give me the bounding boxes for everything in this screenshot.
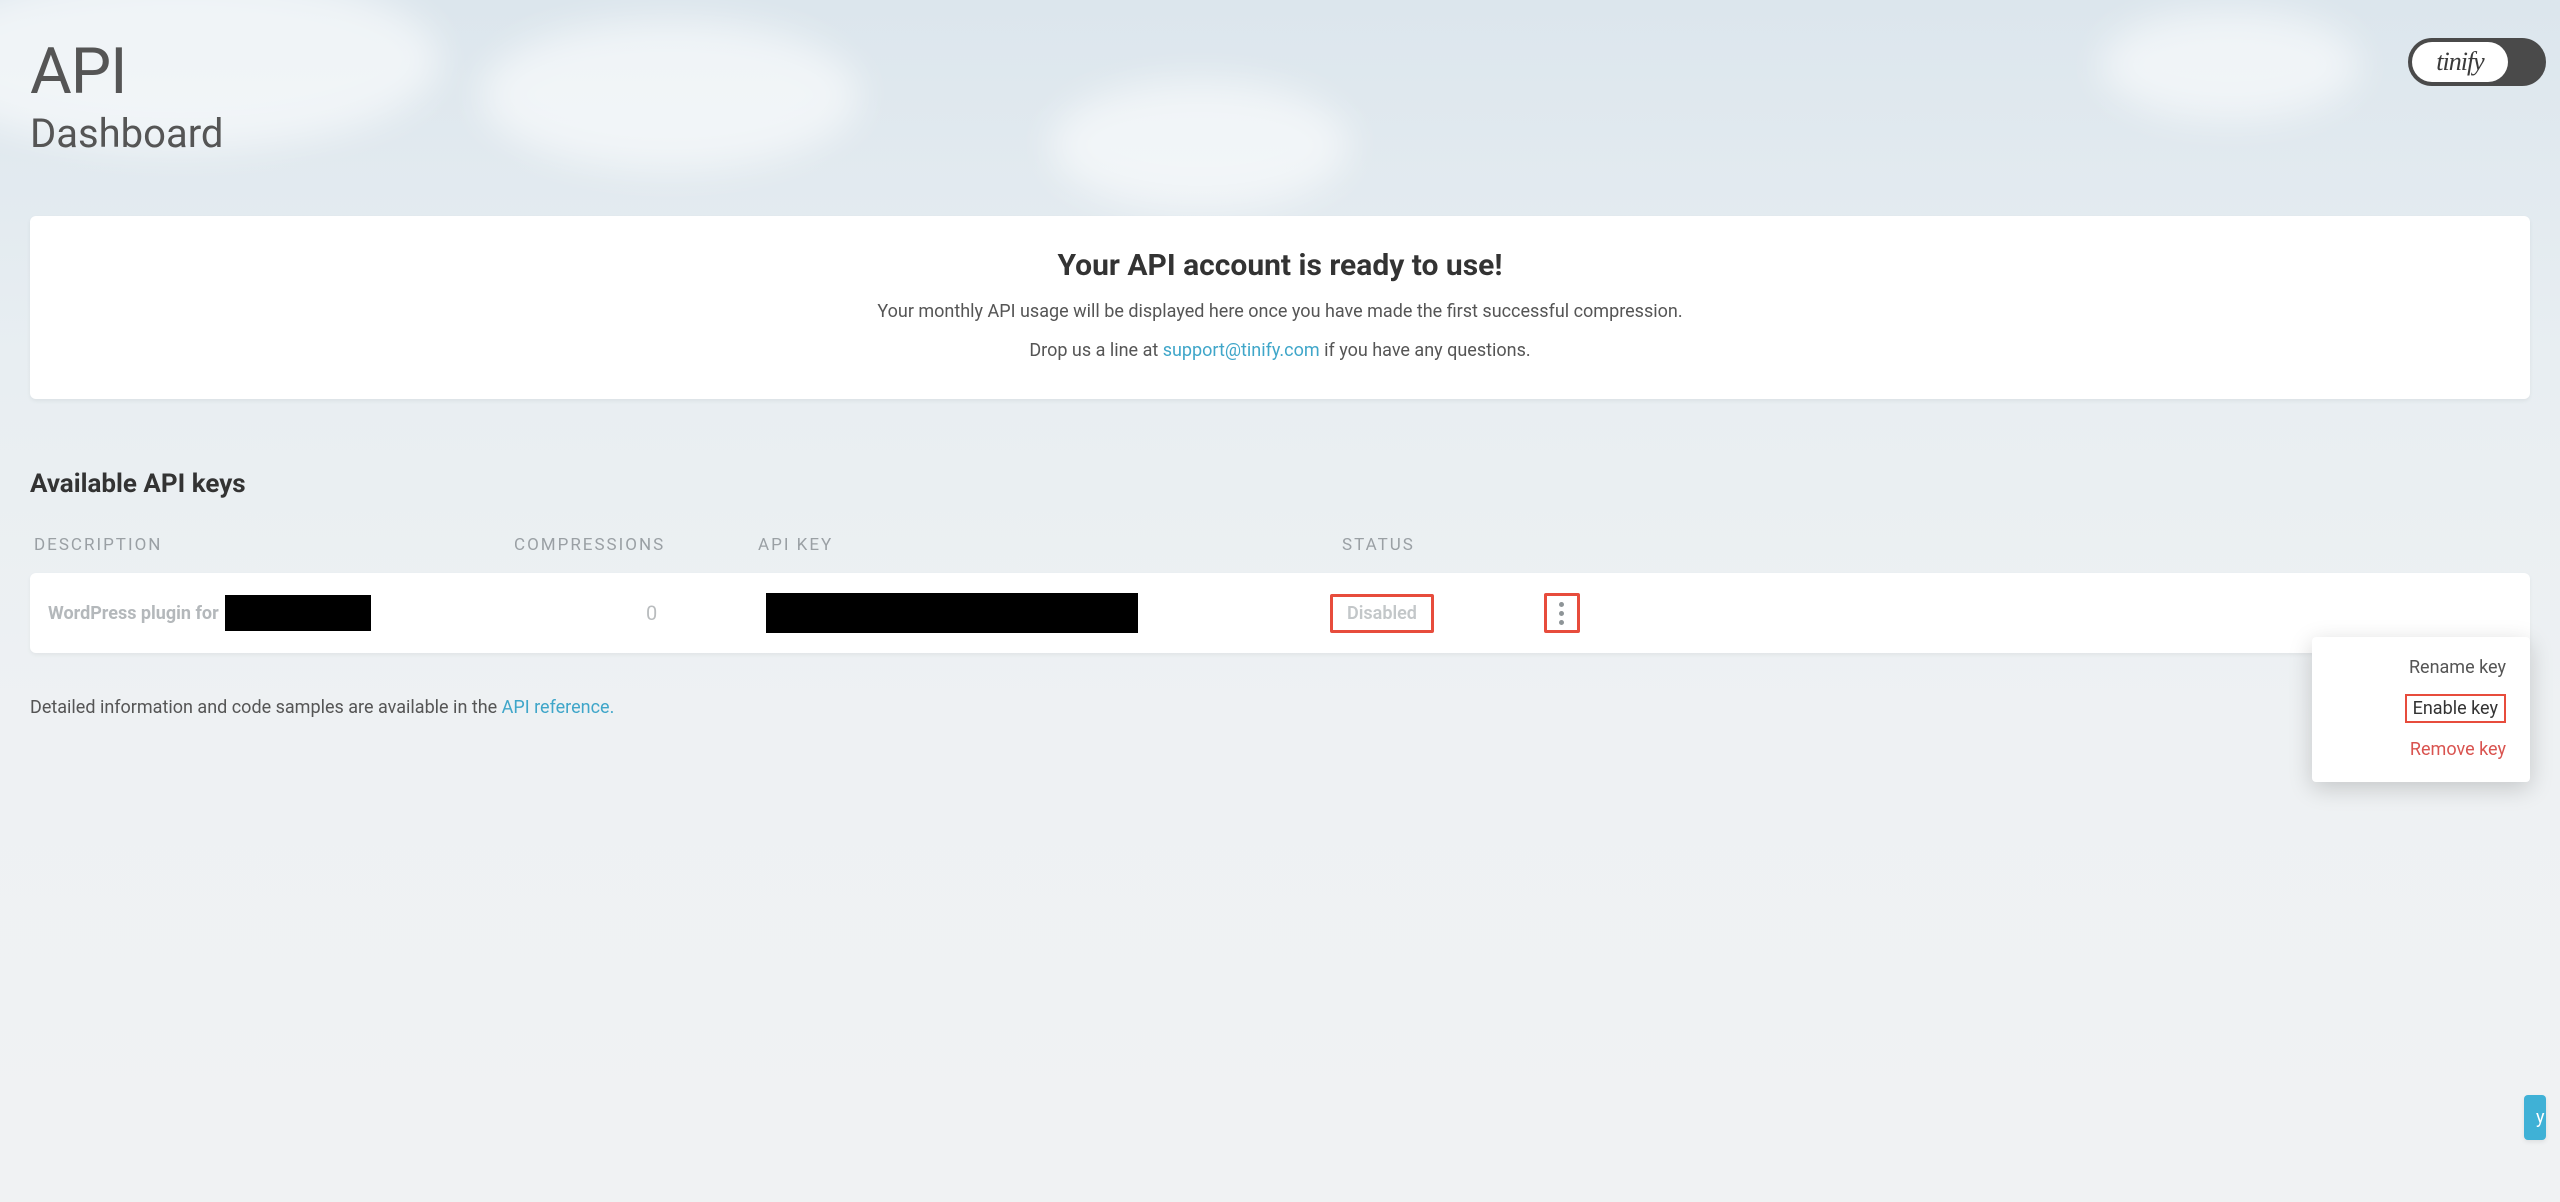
th-status: STATUS [1312,535,2526,555]
notice-card: Your API account is ready to use! Your m… [30,216,2530,399]
api-reference-link[interactable]: API reference. [502,697,615,718]
row-compressions: 0 [520,601,766,625]
notice-title: Your API account is ready to use! [70,248,2490,283]
support-email-link[interactable]: support@tinify.com [1163,340,1320,361]
redacted-api-key [766,593,1138,633]
menu-enable-key-text: Enable key [2405,694,2506,723]
page-title-line1: API [30,40,2530,104]
menu-rename-key[interactable]: Rename key [2312,649,2530,686]
page-title: API Dashboard [30,40,2530,156]
menu-remove-key[interactable]: Remove key [2312,731,2530,768]
tinify-logo: tinify [2412,42,2508,82]
footer-text: Detailed information and code samples ar… [30,697,2530,718]
section-title: Available API keys [30,469,2530,499]
table-header-row: DESCRIPTION COMPRESSIONS API KEY STATUS [30,535,2530,573]
redacted-description [225,595,371,631]
table-row: WordPress plugin for 0 Disabled Rename k… [30,573,2530,653]
notice-line-1: Your monthly API usage will be displayed… [70,301,2490,322]
row-description-text: WordPress plugin for [48,603,219,624]
status-badge: Disabled [1330,594,1434,633]
row-description: WordPress plugin for [48,595,520,631]
menu-enable-key[interactable]: Enable key [2312,686,2530,731]
row-actions-dropdown: Rename key Enable key Remove key [2312,637,2530,782]
page-title-line2: Dashboard [30,112,2530,156]
tinify-logo-toggle[interactable]: tinify [2408,38,2546,86]
add-api-key-button[interactable]: y [2524,1095,2546,1140]
footer-text-pre: Detailed information and code samples ar… [30,697,502,718]
tinify-logo-text: tinify [2436,47,2483,77]
row-api-key [766,593,1306,633]
notice-line-2-pre: Drop us a line at [1029,340,1162,361]
kebab-icon [1559,602,1564,625]
row-actions-menu-button[interactable] [1544,593,1580,633]
row-status-cell: Disabled [1306,593,2512,633]
notice-line-2: Drop us a line at support@tinify.com if … [70,340,2490,361]
th-description: DESCRIPTION [34,535,514,555]
api-keys-table: DESCRIPTION COMPRESSIONS API KEY STATUS … [30,535,2530,653]
th-compressions: COMPRESSIONS [514,535,758,555]
th-api-key: API KEY [758,535,1312,555]
notice-line-2-post: if you have any questions. [1320,340,1531,361]
